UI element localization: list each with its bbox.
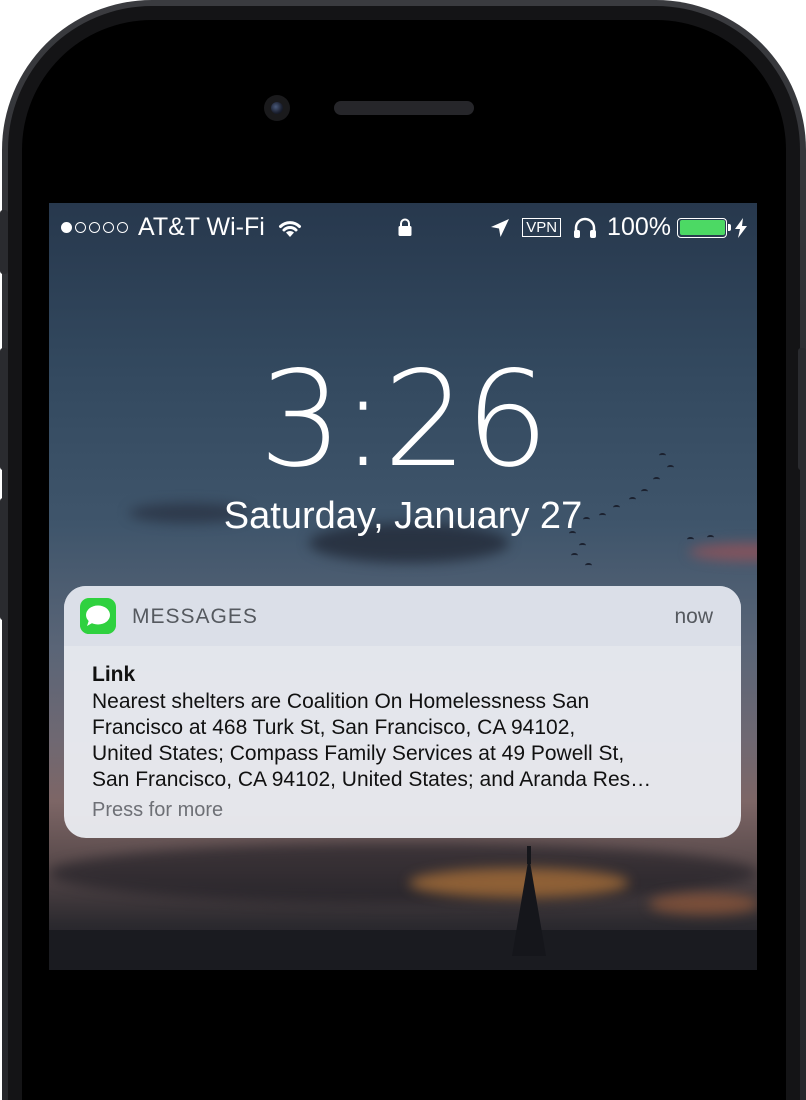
wallpaper-skyline [49,930,757,970]
battery-icon [677,217,731,238]
carrier-label: AT&T Wi-Fi [138,213,265,241]
notification-message-line: Nearest shelters are Coalition On Homele… [92,690,590,713]
volume-down-button [0,498,8,620]
lock-icon [398,218,412,236]
notification-message-line: San Francisco, CA 94102, United States; … [92,768,652,791]
silent-switch [0,210,8,274]
vpn-badge: VPN [522,218,562,237]
notification-message-line: Francisco at 468 Turk St, San Francisco,… [92,716,576,739]
location-icon [491,218,510,237]
battery-percent: 100% [607,213,671,241]
earpiece-speaker [334,101,474,115]
wallpaper-eiffel-tower [512,846,546,956]
front-camera [264,95,290,121]
signal-strength-icon [61,222,128,233]
charging-bolt-icon [735,217,747,238]
message-notification[interactable]: MESSAGES now Link Nearest shelters are C… [64,586,741,838]
notification-sender: Link [92,663,136,686]
lock-screen-time: 3:26 [258,343,549,497]
press-for-more-hint: Press for more [92,799,224,821]
messages-icon [80,598,116,634]
notification-message-line: United States; Compass Family Services a… [92,742,625,765]
volume-up-button [0,348,8,470]
notification-body: Link Nearest shelters are Coalition On H… [64,646,741,822]
notification-header: MESSAGES now [64,586,741,646]
wallpaper-cloud [649,893,757,915]
notification-app-name: MESSAGES [132,605,258,628]
battery-level-fill [679,220,725,235]
notification-timestamp: now [674,605,713,628]
wallpaper-cloud [49,843,757,903]
wifi-icon [278,220,301,237]
power-button [798,348,806,470]
lock-screen: AT&T Wi-Fi VPN 100% 3:26 Saturday, Janua… [49,203,757,970]
wallpaper-cloud [689,543,757,561]
lock-screen-date: Saturday, January 27 [223,495,583,537]
headphones-icon [574,217,597,238]
status-bar: AT&T Wi-Fi VPN 100% [49,203,757,247]
